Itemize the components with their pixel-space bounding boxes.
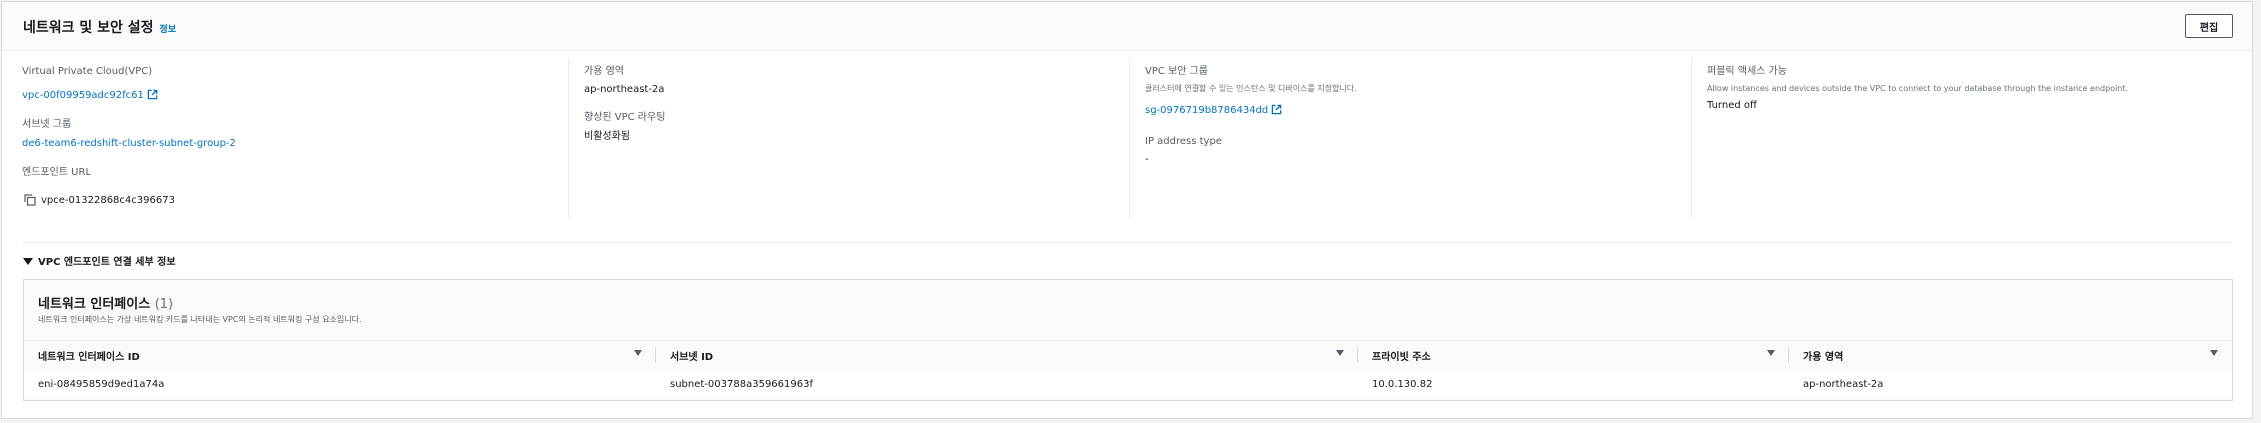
ip-type-value: - (1145, 154, 1149, 165)
sort-icon (1336, 350, 1344, 356)
sort-icon (2210, 350, 2218, 356)
endpoint-url-value: vpce-01322868c4c396673 (41, 195, 175, 206)
vpc-endpoint-expander[interactable]: VPC 엔드포인트 연결 세부 정보 (23, 253, 176, 268)
network-security-panel: 네트워크 및 보안 설정 정보 편집 Virtual Private Cloud(… (1, 1, 2253, 419)
endpoint-url-row: vpce-01322868c4c396673 (22, 188, 236, 210)
external-link-icon[interactable] (1271, 100, 1282, 119)
vpc-label: Virtual Private Cloud(VPC) (22, 66, 153, 77)
security-group-description: 클러스터에 연결할 수 있는 인스턴스 및 디바이스를 지정합니다. (1145, 84, 1357, 93)
sort-icon (634, 350, 642, 356)
network-interfaces-title: 네트워크 인터페이스 (1) (38, 293, 173, 312)
cell-eni-id: eni-08495859d9ed1a74a (38, 378, 165, 390)
network-interfaces-title-text: 네트워크 인터페이스 (38, 297, 151, 312)
caret-down-icon (23, 258, 33, 265)
ip-type-label: IP address type (1145, 136, 1222, 147)
panel-title: 네트워크 및 보안 설정 정보 (23, 17, 176, 37)
public-access-value: Turned off (1707, 100, 1757, 111)
network-interfaces-count: (1) (154, 297, 174, 312)
column-2: 가용 영역 ap-northeast-2a 향상된 VPC 라우팅 비활성화됨 (584, 65, 665, 144)
sort-icon (1767, 350, 1775, 356)
enhanced-vpc-label: 향상된 VPC 라우팅 (584, 112, 666, 123)
endpoint-url-label: 엔드포인트 URL (22, 167, 92, 178)
network-interfaces-description: 네트워크 인터페이스는 가상 네트워킹 카드를 나타내는 VPC의 논리적 네트… (38, 315, 362, 324)
security-group-label: VPC 보안 그룹 (1145, 66, 1209, 77)
column-4: 퍼블릭 액세스 가능 Allow instances and devices o… (1707, 65, 2128, 113)
subnet-group-label: 서브넷 그룹 (22, 119, 72, 130)
cell-subnet-id: subnet-003788a359661963f (670, 378, 813, 390)
copy-icon[interactable] (24, 191, 36, 210)
subnet-group-link[interactable]: de6-team6-redshift-cluster-subnet-group-… (22, 137, 236, 151)
security-group-row: sg-0976719b8786434dd (1145, 98, 1357, 119)
edit-button[interactable]: 편집 (2185, 14, 2233, 38)
security-group-link[interactable]: sg-0976719b8786434dd (1145, 105, 1268, 116)
column-header-subnet-id[interactable]: 서브넷 ID (656, 341, 1358, 369)
column-header-label: 서브넷 ID (670, 351, 714, 363)
expander-label: VPC 엔드포인트 연결 세부 정보 (38, 257, 176, 268)
vpc-value-row: vpc-00f09959adc92fc61 (22, 83, 236, 104)
column-divider (568, 58, 569, 218)
column-header-eni-id[interactable]: 네트워크 인터페이스 ID (24, 341, 656, 369)
column-header-label: 프라이빗 주소 (1372, 351, 1431, 363)
column-header-private-ip[interactable]: 프라이빗 주소 (1358, 341, 1789, 369)
public-access-label: 퍼블릭 액세스 가능 (1707, 66, 1787, 77)
table-header: 네트워크 인터페이스 ID 서브넷 ID 프라이빗 주소 가용 영역 (24, 340, 2232, 370)
az-label: 가용 영역 (584, 66, 624, 77)
column-header-label: 가용 영역 (1803, 351, 1844, 363)
info-link[interactable]: 정보 (160, 25, 177, 35)
enhanced-vpc-value: 비활성화됨 (584, 131, 630, 142)
section-divider (23, 242, 2231, 243)
column-3: VPC 보안 그룹 클러스터에 연결할 수 있는 인스턴스 및 디바이스를 지정… (1145, 65, 1357, 167)
panel-title-text: 네트워크 및 보안 설정 (23, 20, 154, 36)
column-header-az[interactable]: 가용 영역 (1789, 341, 2232, 369)
external-link-icon[interactable] (147, 85, 158, 104)
cell-private-ip: 10.0.130.82 (1372, 378, 1433, 390)
column-divider (1691, 58, 1692, 218)
vpc-link[interactable]: vpc-00f09959adc92fc61 (22, 90, 144, 101)
az-value: ap-northeast-2a (584, 84, 665, 95)
cell-az: ap-northeast-2a (1803, 378, 1884, 390)
network-interfaces-container: 네트워크 인터페이스 (1) 네트워크 인터페이스는 가상 네트워킹 카드를 나… (23, 279, 2233, 401)
column-1: Virtual Private Cloud(VPC) vpc-00f09959a… (22, 65, 236, 210)
table-row: eni-08495859d9ed1a74a subnet-003788a3596… (24, 369, 2232, 399)
panel-header: 네트워크 및 보안 설정 정보 편집 (2, 2, 2252, 51)
public-access-description: Allow instances and devices outside the … (1707, 84, 2129, 93)
column-divider (1129, 58, 1130, 218)
column-header-label: 네트워크 인터페이스 ID (38, 351, 140, 363)
